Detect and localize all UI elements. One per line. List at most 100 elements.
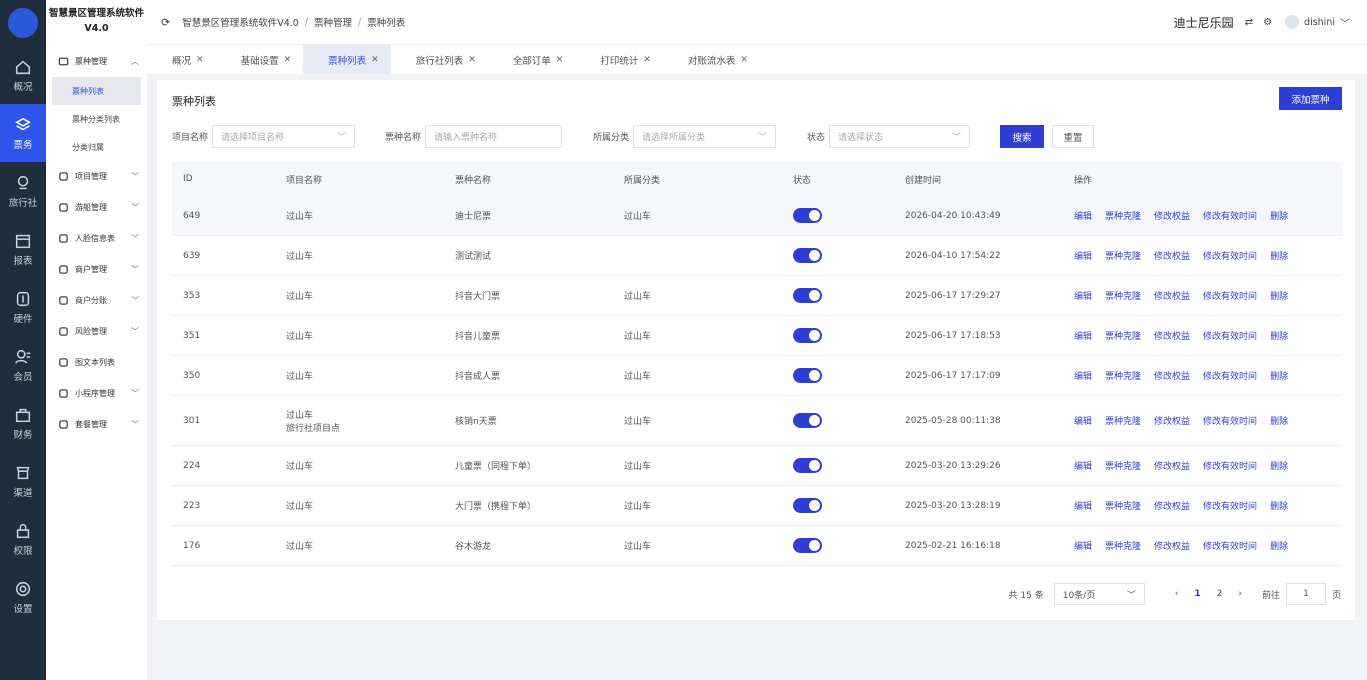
status-toggle[interactable] [793, 458, 822, 473]
row-action-4[interactable]: 删除 [1270, 459, 1288, 472]
rail-item-5[interactable]: 会员 [0, 336, 46, 394]
breadcrumb-home[interactable]: 智慧景区管理系统软件V4.0 [182, 15, 299, 29]
name-input[interactable]: 请输入票种名称 [425, 125, 563, 148]
rail-item-0[interactable]: 概况 [0, 46, 46, 104]
submenu-item-2[interactable]: 人脸信息表 ﹀ [46, 223, 147, 254]
tab-5[interactable]: 打印统计 ✕ [575, 45, 663, 74]
submenu-sub-0[interactable]: 票种列表 [52, 77, 141, 105]
row-action-2[interactable]: 修改权益 [1154, 414, 1190, 427]
close-icon[interactable]: ✕ [468, 55, 476, 65]
search-button[interactable]: 搜索 [1000, 125, 1044, 148]
project-select[interactable]: 请选择项目名称 ﹀ [212, 125, 356, 148]
rail-item-8[interactable]: 权限 [0, 510, 46, 568]
row-action-0[interactable]: 编辑 [1074, 249, 1092, 262]
status-toggle[interactable] [793, 413, 822, 428]
avatar[interactable] [1285, 15, 1300, 29]
close-icon[interactable]: ✕ [643, 55, 651, 65]
row-action-2[interactable]: 修改权益 [1154, 539, 1190, 552]
tab-2[interactable]: 票种列表 ✕ [303, 45, 391, 74]
status-toggle[interactable] [793, 368, 822, 383]
page-size-select[interactable]: 10条/页 ﹀ [1053, 583, 1145, 605]
row-action-3[interactable]: 修改有效时间 [1203, 329, 1257, 342]
row-action-4[interactable]: 删除 [1270, 414, 1288, 427]
tab-4[interactable]: 全部订单 ✕ [488, 45, 576, 74]
park-name[interactable]: 迪士尼乐园 [1174, 14, 1234, 31]
next-page-button[interactable]: › [1238, 589, 1242, 599]
tab-1[interactable]: 基础设置 ✕ [216, 45, 304, 74]
page-2-button[interactable]: 2 [1217, 589, 1223, 599]
tab-3[interactable]: 旅行社列表 ✕ [391, 45, 488, 74]
status-toggle[interactable] [793, 208, 822, 223]
status-toggle[interactable] [793, 288, 822, 303]
row-action-0[interactable]: 编辑 [1074, 289, 1092, 302]
tab-0[interactable]: 概况 ✕ [147, 45, 216, 74]
switch-icon[interactable]: ⇄ [1245, 17, 1253, 28]
row-action-3[interactable]: 修改有效时间 [1203, 209, 1257, 222]
row-action-3[interactable]: 修改有效时间 [1203, 499, 1257, 512]
row-action-2[interactable]: 修改权益 [1154, 209, 1190, 222]
row-action-2[interactable]: 修改权益 [1154, 289, 1190, 302]
rail-item-9[interactable]: 设置 [0, 568, 46, 626]
row-action-3[interactable]: 修改有效时间 [1203, 414, 1257, 427]
row-action-3[interactable]: 修改有效时间 [1203, 369, 1257, 382]
page-jump-input[interactable]: 1 [1285, 583, 1326, 605]
status-select[interactable]: 请选择状态 ﹀ [829, 125, 971, 148]
submenu-item-5[interactable]: 风险管理 ﹀ [46, 316, 147, 347]
submenu-item-1[interactable]: 游船管理 ﹀ [46, 192, 147, 223]
status-toggle[interactable] [793, 248, 822, 263]
rail-item-2[interactable]: 旅行社 [0, 162, 46, 220]
rail-item-3[interactable]: 报表 [0, 220, 46, 278]
breadcrumb-section[interactable]: 票种管理 [314, 15, 352, 29]
status-toggle[interactable] [793, 498, 822, 513]
row-action-4[interactable]: 删除 [1270, 249, 1288, 262]
row-action-3[interactable]: 修改有效时间 [1203, 289, 1257, 302]
submenu-item-6[interactable]: 图文本列表 [46, 347, 147, 378]
user-name[interactable]: dishini [1304, 17, 1335, 28]
chevron-down-icon[interactable]: ﹀ [1340, 15, 1350, 30]
close-icon[interactable]: ✕ [371, 55, 379, 65]
refresh-icon[interactable]: ⟳ [161, 16, 170, 29]
row-action-4[interactable]: 删除 [1270, 329, 1288, 342]
submenu-item-3[interactable]: 商户管理 ﹀ [46, 254, 147, 285]
row-action-1[interactable]: 票种克隆 [1105, 459, 1141, 472]
row-action-1[interactable]: 票种克隆 [1105, 249, 1141, 262]
row-action-2[interactable]: 修改权益 [1154, 369, 1190, 382]
row-action-1[interactable]: 票种克隆 [1105, 209, 1141, 222]
row-action-0[interactable]: 编辑 [1074, 459, 1092, 472]
status-toggle[interactable] [793, 328, 822, 343]
rail-item-7[interactable]: 渠道 [0, 452, 46, 510]
prev-page-button[interactable]: ‹ [1175, 589, 1179, 599]
row-action-1[interactable]: 票种克隆 [1105, 414, 1141, 427]
submenu-sub-1[interactable]: 票种分类列表 [46, 105, 147, 133]
row-action-4[interactable]: 删除 [1270, 499, 1288, 512]
row-action-1[interactable]: 票种克隆 [1105, 289, 1141, 302]
submenu-item-7[interactable]: 小程序管理 ﹀ [46, 378, 147, 409]
row-action-4[interactable]: 删除 [1270, 539, 1288, 552]
row-action-0[interactable]: 编辑 [1074, 209, 1092, 222]
row-action-3[interactable]: 修改有效时间 [1203, 249, 1257, 262]
row-action-3[interactable]: 修改有效时间 [1203, 539, 1257, 552]
row-action-4[interactable]: 删除 [1270, 289, 1288, 302]
submenu-item-0[interactable]: 项目管理 ﹀ [46, 161, 147, 192]
close-icon[interactable]: ✕ [196, 55, 204, 65]
tab-6[interactable]: 对账流水表 ✕ [663, 45, 760, 74]
row-action-1[interactable]: 票种克隆 [1105, 539, 1141, 552]
row-action-3[interactable]: 修改有效时间 [1203, 459, 1257, 472]
page-1-button[interactable]: 1 [1194, 589, 1200, 599]
row-action-0[interactable]: 编辑 [1074, 329, 1092, 342]
row-action-4[interactable]: 删除 [1270, 369, 1288, 382]
submenu-item-8[interactable]: 套餐管理 ﹀ [46, 409, 147, 440]
row-action-2[interactable]: 修改权益 [1154, 499, 1190, 512]
submenu-sub-2[interactable]: 分类归属 [46, 133, 147, 161]
close-icon[interactable]: ✕ [284, 55, 292, 65]
rail-item-6[interactable]: 财务 [0, 394, 46, 452]
row-action-0[interactable]: 编辑 [1074, 414, 1092, 427]
row-action-0[interactable]: 编辑 [1074, 369, 1092, 382]
row-action-4[interactable]: 删除 [1270, 209, 1288, 222]
category-select[interactable]: 请选择所属分类 ﹀ [633, 125, 777, 148]
close-icon[interactable]: ✕ [740, 55, 748, 65]
row-action-1[interactable]: 票种克隆 [1105, 369, 1141, 382]
status-toggle[interactable] [793, 538, 822, 553]
row-action-0[interactable]: 编辑 [1074, 539, 1092, 552]
add-ticket-button[interactable]: 添加票种 [1279, 87, 1342, 110]
